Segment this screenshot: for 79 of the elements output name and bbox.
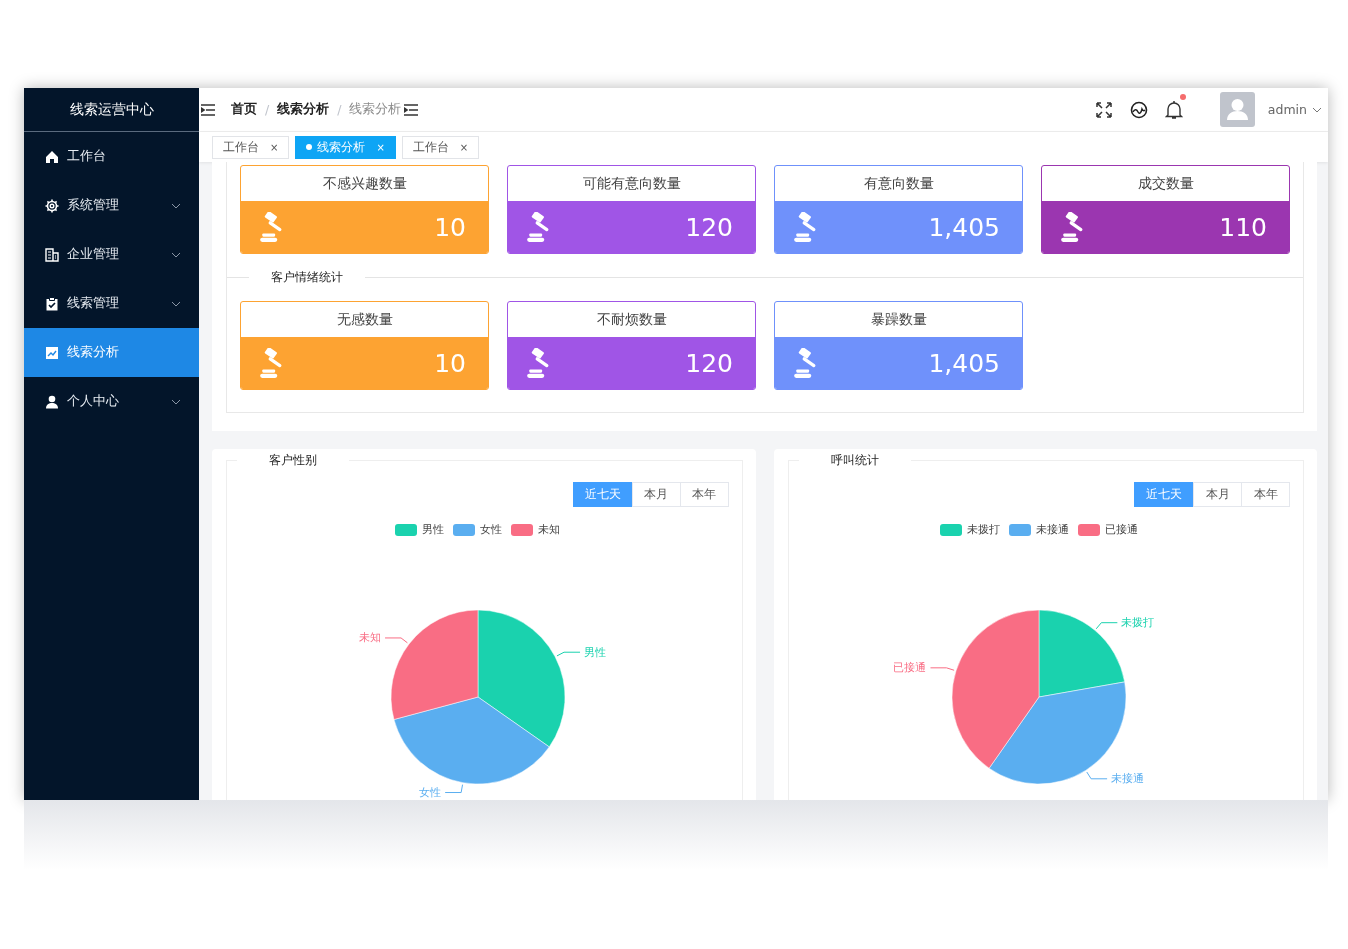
breadcrumb-link[interactable]: 线索分析 [277, 101, 330, 118]
sidebar-item[interactable]: 线索管理 [24, 279, 199, 328]
range-tab[interactable]: 本年 [1241, 482, 1290, 507]
sidebar-item[interactable]: 线索分析 [24, 328, 199, 377]
active-dot [306, 144, 313, 150]
menu-label: 企业管理 [67, 246, 120, 263]
fullscreen-icon[interactable] [1094, 100, 1113, 119]
tab[interactable]: 工作台 × [401, 135, 480, 159]
sidebar-item[interactable]: 企业管理 [24, 230, 199, 279]
stat-value: 120 [685, 212, 733, 242]
card-title: 有意向数量 [862, 173, 935, 193]
leader-line [930, 667, 955, 671]
leader-line [556, 651, 581, 657]
slice-label: 女性 [418, 786, 441, 800]
leader-line [384, 637, 408, 644]
section-title: 客户情绪统计 [249, 270, 365, 285]
range-tab[interactable]: 本月 [1193, 482, 1242, 507]
menu-icon[interactable] [201, 103, 215, 116]
caret-icon [171, 251, 181, 258]
sidebar-item[interactable]: 系统管理 [24, 181, 199, 230]
legend-label: 已接通 [1105, 522, 1139, 537]
chart-title: 呼叫统计 [829, 453, 880, 468]
slice-label: 未拨打 [1121, 616, 1155, 630]
legend-label: 未拨打 [967, 522, 1001, 537]
slice-label: 未接通 [1111, 772, 1145, 786]
stat-value: 10 [434, 348, 466, 378]
person-icon [45, 394, 59, 409]
caret-icon [171, 202, 181, 209]
wave-circle-icon[interactable] [1129, 100, 1148, 119]
building-icon [45, 247, 59, 262]
breadcrumb-separator: / [337, 102, 342, 117]
card-title: 不耐烦数量 [595, 309, 668, 329]
caret-icon [171, 300, 181, 307]
menu-label: 线索管理 [67, 295, 120, 312]
card-title: 暴躁数量 [869, 309, 928, 329]
caret-icon[interactable] [1312, 106, 1322, 113]
breadcrumb-separator: / [265, 102, 270, 117]
menu-label: 线索分析 [67, 344, 120, 361]
card-title: 可能有意向数量 [581, 173, 682, 193]
sidebar-item[interactable]: 工作台 [24, 132, 199, 181]
stat-value: 1,405 [928, 348, 1000, 378]
stat-value: 120 [685, 348, 733, 378]
sidebar-item[interactable]: 个人中心 [24, 377, 199, 426]
menu-icon[interactable] [404, 103, 419, 116]
breadcrumb-link[interactable]: 首页 [231, 101, 257, 118]
range-tab[interactable]: 本月 [631, 482, 681, 507]
slice-label: 未知 [358, 631, 381, 645]
legend-label: 男性 [422, 522, 445, 537]
menu-label: 工作台 [67, 148, 107, 165]
stat-value: 110 [1219, 212, 1267, 242]
gear-icon [45, 198, 59, 213]
leader-line [1086, 771, 1108, 780]
close-tab-button[interactable]: × [270, 141, 279, 153]
menu-label: 系统管理 [67, 197, 120, 214]
legend-label: 未接通 [1036, 522, 1070, 537]
leader-line [444, 784, 463, 794]
tab[interactable]: 工作台 × [212, 135, 290, 159]
card-title: 无感数量 [335, 309, 394, 329]
tab-label: 线索分析 [317, 139, 366, 155]
caret-icon [171, 398, 181, 405]
card-title: 不感兴趣数量 [321, 173, 408, 193]
legend-label: 女性 [480, 522, 503, 537]
user-name[interactable]: admin [1267, 102, 1307, 117]
tab-label: 工作台 [412, 139, 449, 155]
range-tab[interactable]: 本年 [679, 482, 729, 507]
legend-label: 未知 [538, 522, 561, 537]
close-tab-button[interactable]: × [459, 141, 469, 153]
stat-value: 1,405 [928, 212, 1000, 242]
leader-line [1095, 622, 1119, 630]
home-icon [45, 149, 59, 164]
menu-label: 个人中心 [67, 393, 120, 410]
stat-value: 10 [434, 212, 466, 242]
clipboard-check-icon [45, 296, 59, 311]
card-title: 成交数量 [1136, 173, 1195, 193]
slice-label: 已接通 [893, 661, 927, 675]
chart-title: 客户性别 [268, 453, 318, 468]
tab-label: 工作台 [223, 139, 259, 155]
slice-label: 男性 [583, 645, 606, 659]
bell-icon[interactable] [1164, 99, 1183, 120]
